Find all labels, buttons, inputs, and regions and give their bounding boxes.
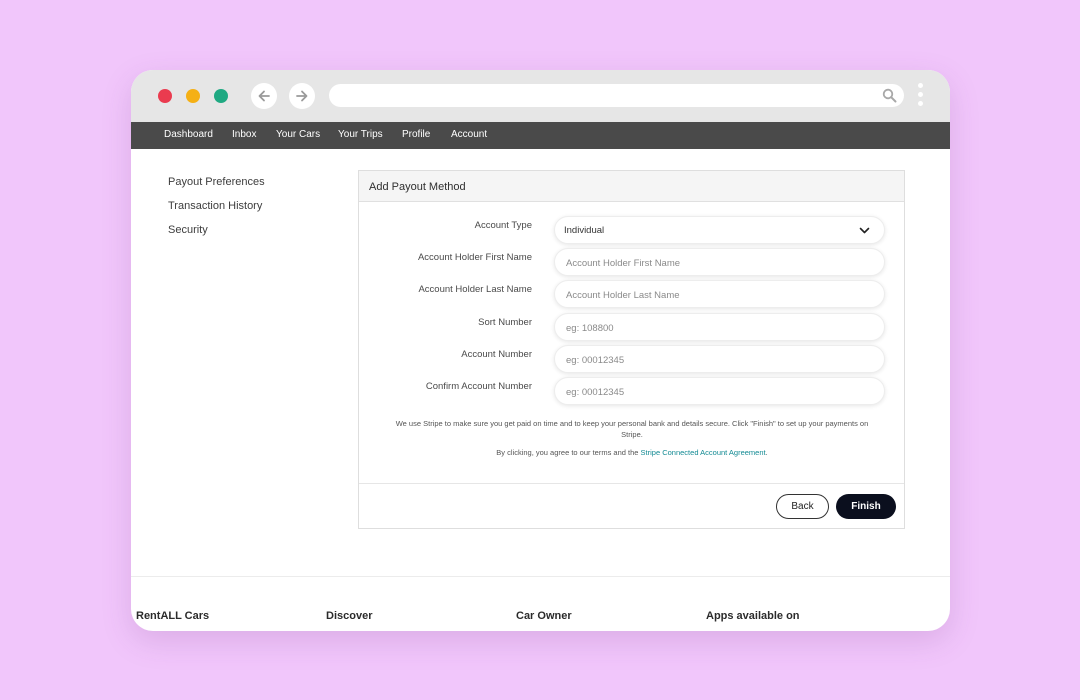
nav-your-cars[interactable]: Your Cars <box>276 129 320 140</box>
footer-divider <box>131 576 950 577</box>
forward-button[interactable] <box>289 83 315 109</box>
back-button[interactable] <box>251 83 277 109</box>
account-number-input[interactable] <box>564 346 868 374</box>
nav-inbox[interactable]: Inbox <box>232 129 256 140</box>
last-name-input[interactable] <box>564 281 868 309</box>
arrow-left-icon <box>258 90 270 102</box>
account-type-select[interactable]: Individual <box>554 216 885 244</box>
maximize-window-dot[interactable] <box>214 89 228 103</box>
arrow-right-icon <box>296 90 308 102</box>
nav-dashboard[interactable]: Dashboard <box>164 129 213 140</box>
confirm-account-number-field[interactable] <box>554 377 885 406</box>
nav-profile[interactable]: Profile <box>402 129 430 140</box>
first-name-label: Account Holder First Name <box>417 252 532 263</box>
main-navigation: Dashboard Inbox Your Cars Your Trips Pro… <box>131 122 950 149</box>
sidebar-item-security[interactable]: Security <box>168 224 208 236</box>
account-number-label: Account Number <box>461 349 532 360</box>
first-name-field[interactable] <box>554 248 885 277</box>
chevron-down-icon <box>859 227 870 234</box>
card-header: Add Payout Method <box>359 171 904 202</box>
last-name-field[interactable] <box>554 280 885 309</box>
stripe-info-text: We use Stripe to make sure you get paid … <box>395 419 869 439</box>
confirm-account-number-label: Confirm Account Number <box>425 381 532 392</box>
card-divider <box>359 483 904 484</box>
agreement-suffix: . <box>765 448 768 457</box>
first-name-input[interactable] <box>564 249 868 277</box>
back-button-form[interactable]: Back <box>776 494 829 519</box>
sidebar-item-transaction-history[interactable]: Transaction History <box>168 200 262 212</box>
footer-apps-heading: Apps available on <box>706 610 800 622</box>
minimize-window-dot[interactable] <box>186 89 200 103</box>
sidebar-item-payout-preferences[interactable]: Payout Preferences <box>168 176 265 188</box>
account-type-label: Account Type <box>474 220 532 231</box>
search-icon[interactable] <box>882 88 897 103</box>
finish-button[interactable]: Finish <box>836 494 896 519</box>
footer-brand: RentALL Cars <box>136 610 210 622</box>
footer-discover-heading: Discover <box>326 610 373 622</box>
stripe-agreement-link[interactable]: Stripe Connected Account Agreement <box>641 448 766 457</box>
footer-car-owner-heading: Car Owner <box>516 610 572 622</box>
agreement-prefix: By clicking, you agree to our terms and … <box>496 448 641 457</box>
account-number-field[interactable] <box>554 345 885 374</box>
confirm-account-number-input[interactable] <box>564 378 868 406</box>
browser-window: Dashboard Inbox Your Cars Your Trips Pro… <box>131 70 950 631</box>
address-bar[interactable] <box>329 84 904 107</box>
nav-account[interactable]: Account <box>451 129 487 140</box>
payout-method-card: Add Payout Method Account Type Individua… <box>358 170 905 529</box>
sort-number-field[interactable] <box>554 313 885 342</box>
agreement-text: By clicking, you agree to our terms and … <box>385 447 879 458</box>
nav-your-trips[interactable]: Your Trips <box>338 129 383 140</box>
browser-menu-icon[interactable] <box>916 83 924 111</box>
last-name-label: Account Holder Last Name <box>418 284 532 295</box>
sort-number-input[interactable] <box>564 314 868 342</box>
browser-toolbar <box>131 70 950 122</box>
close-window-dot[interactable] <box>158 89 172 103</box>
card-title: Add Payout Method <box>369 181 466 193</box>
account-type-value: Individual <box>564 225 605 236</box>
sort-number-label: Sort Number <box>478 317 532 328</box>
